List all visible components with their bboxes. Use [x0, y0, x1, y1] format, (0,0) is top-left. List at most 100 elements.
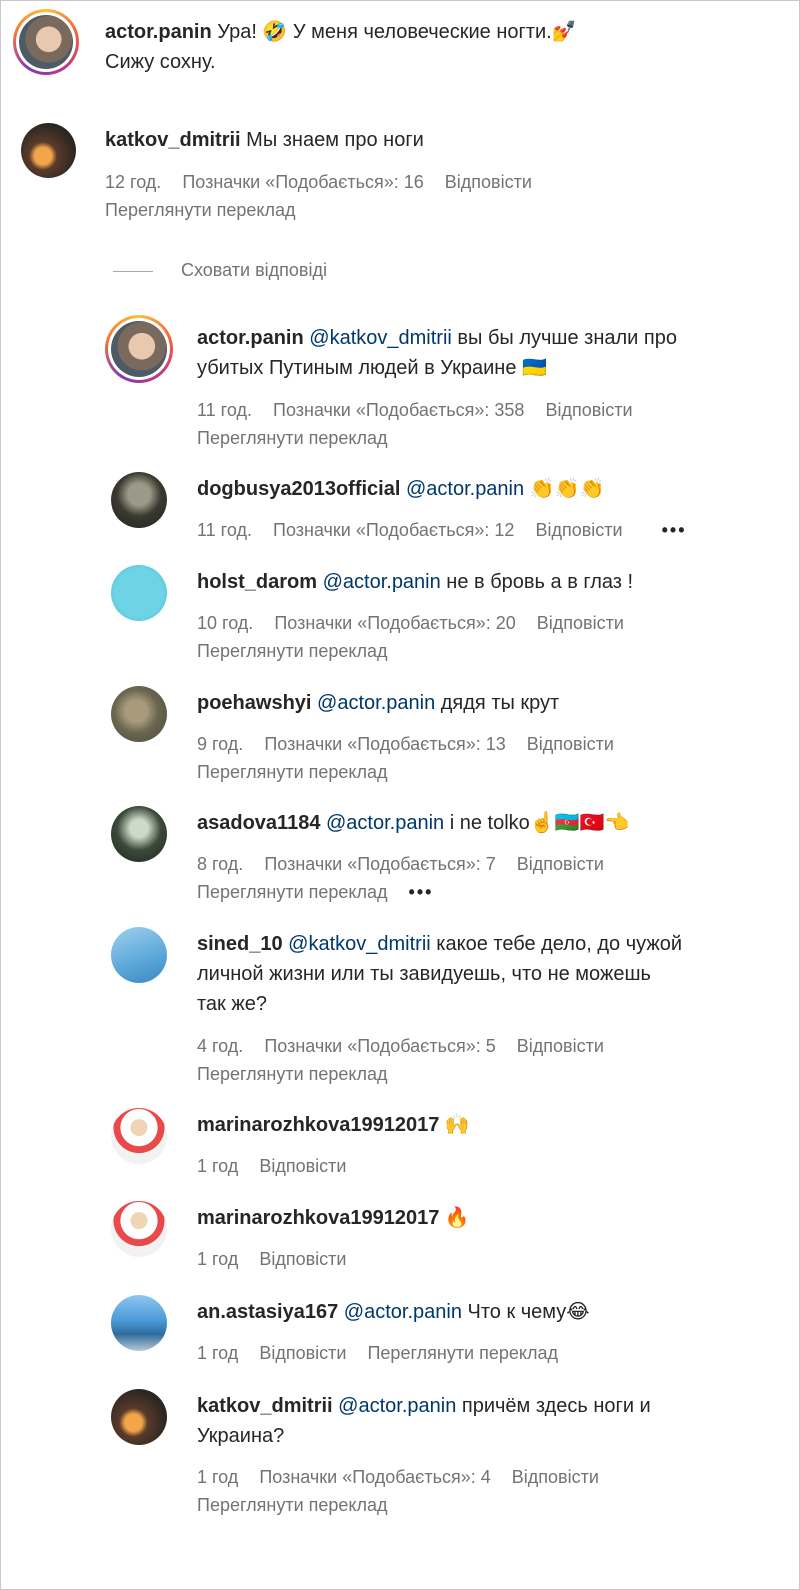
reply-body: 👏👏👏 — [524, 478, 605, 500]
hide-replies-line — [113, 271, 153, 272]
avatar[interactable] — [13, 9, 79, 75]
reply-username[interactable]: sined_10 — [197, 933, 283, 955]
avatar[interactable] — [111, 806, 167, 862]
translate-link[interactable]: Переглянути переклад — [197, 1491, 388, 1519]
comment-username[interactable]: katkov_dmitrii — [105, 129, 241, 151]
translate-link[interactable]: Переглянути переклад — [367, 1343, 558, 1363]
reply-time: 11 год. — [197, 400, 252, 420]
reply-time: 1 год — [197, 1343, 239, 1363]
reply-username[interactable]: katkov_dmitrii — [197, 1395, 333, 1417]
reply-username[interactable]: an.astasiya167 — [197, 1301, 338, 1323]
mention-link[interactable]: @actor.panin — [326, 812, 444, 834]
reply-username[interactable]: marinarozhkova19912017 — [197, 1207, 439, 1229]
reply-button[interactable]: Відповісти — [517, 854, 604, 874]
reply-meta: 8 год. Позначки «Подобається»: 7 Відпові… — [197, 850, 620, 878]
reply-text: actor.panin @katkov_dmitrii вы бы лучше … — [197, 323, 787, 383]
avatar[interactable] — [111, 1201, 167, 1257]
reply-text: an.astasiya167 @actor.panin Что к чему😂 — [197, 1297, 787, 1327]
reply-body: дядя ты крут — [435, 692, 560, 714]
reply-button[interactable]: Відповісти — [259, 1343, 346, 1363]
reply-button[interactable]: Відповісти — [259, 1156, 346, 1176]
comment-time: 12 год. — [105, 172, 162, 192]
comment-likes[interactable]: Позначки «Подобається»: 16 — [182, 172, 423, 192]
post-caption: actor.panin Ура! 🤣 У меня человеческие н… — [105, 17, 785, 77]
mention-link[interactable]: @actor.panin — [344, 1301, 462, 1323]
avatar[interactable] — [111, 472, 167, 528]
reply-body: Что к чему😂 — [461, 1301, 590, 1323]
reply-username[interactable]: holst_darom — [197, 571, 317, 593]
translate-link[interactable]: Переглянути переклад — [197, 758, 388, 786]
reply-meta: 1 год Відповісти Переглянути переклад — [197, 1339, 574, 1367]
reply-body: не в бровь а в глаз ! — [440, 571, 634, 593]
reply-likes[interactable]: Позначки «Подобається»: 7 — [264, 854, 495, 874]
reply-text: sined_10 @katkov_dmitrii какое тебе дело… — [197, 929, 787, 1019]
reply-text: holst_darom @actor.panin не в бровь а в … — [197, 567, 787, 597]
more-options-icon[interactable]: ••• — [662, 520, 687, 540]
mention-link[interactable]: @katkov_dmitrii — [309, 327, 452, 349]
hide-replies-button[interactable]: Сховати відповіді — [181, 256, 327, 284]
reply-button[interactable]: Відповісти — [545, 400, 632, 420]
mention-link[interactable]: @katkov_dmitrii — [288, 933, 431, 955]
reply-username[interactable]: marinarozhkova19912017 — [197, 1114, 439, 1136]
reply-body: 🔥 — [439, 1207, 470, 1229]
mention-link[interactable]: @actor.panin — [406, 478, 524, 500]
more-options-icon[interactable]: ••• — [409, 882, 434, 902]
reply-meta: 11 год. Позначки «Подобається»: 12 Відпо… — [197, 516, 703, 544]
avatar[interactable] — [111, 927, 167, 983]
reply-text: asadova1184 @actor.panin i ne tolko☝️🇦🇿🇹… — [197, 808, 787, 838]
translate-link[interactable]: Переглянути переклад — [197, 637, 388, 665]
reply-meta: 1 год Відповісти — [197, 1152, 362, 1180]
reply-body: i ne tolko☝️🇦🇿🇹🇷👈 — [444, 812, 630, 834]
reply-button[interactable]: Відповісти — [259, 1249, 346, 1269]
mention-link[interactable]: @actor.panin — [317, 692, 435, 714]
reply-username[interactable]: actor.panin — [197, 327, 304, 349]
reply-username[interactable]: dogbusya2013official — [197, 478, 400, 500]
avatar[interactable] — [111, 1389, 167, 1445]
reply-meta: 11 год. Позначки «Подобається»: 358 Відп… — [197, 396, 649, 424]
reply-likes[interactable]: Позначки «Подобається»: 358 — [273, 400, 524, 420]
reply-time: 1 год — [197, 1467, 239, 1487]
post-username[interactable]: actor.panin — [105, 21, 212, 43]
reply-button[interactable]: Відповісти — [535, 520, 622, 540]
reply-time: 8 год. — [197, 854, 244, 874]
reply-likes[interactable]: Позначки «Подобається»: 4 — [259, 1467, 490, 1487]
reply-username[interactable]: asadova1184 — [197, 812, 320, 834]
reply-button[interactable]: Відповісти — [445, 172, 532, 192]
reply-likes[interactable]: Позначки «Подобається»: 20 — [274, 613, 515, 633]
reply-meta: 10 год. Позначки «Подобається»: 20 Відпо… — [197, 609, 640, 637]
post-text-line1: Ура! 🤣 У меня человеческие ногти.💅 — [217, 21, 577, 43]
avatar[interactable] — [21, 123, 76, 178]
comment-text: katkov_dmitrii Мы знаем про ноги — [105, 125, 785, 155]
comment-body: Мы знаем про ноги — [246, 129, 424, 151]
avatar[interactable] — [111, 1108, 167, 1164]
translate-link[interactable]: Переглянути переклад — [197, 882, 388, 902]
reply-button[interactable]: Відповісти — [512, 1467, 599, 1487]
reply-button[interactable]: Відповісти — [537, 613, 624, 633]
reply-meta: 1 год Відповісти — [197, 1245, 362, 1273]
translate-link[interactable]: Переглянути переклад — [197, 1060, 388, 1088]
reply-time: 10 год. — [197, 613, 254, 633]
avatar[interactable] — [105, 315, 173, 383]
reply-body-line2: личной жизни или ты завидуешь, что не мо… — [197, 963, 651, 985]
avatar[interactable] — [111, 1295, 167, 1351]
translate-link[interactable]: Переглянути переклад — [105, 196, 296, 224]
mention-link[interactable]: @actor.panin — [338, 1395, 456, 1417]
reply-body: причём здесь ноги и — [456, 1395, 651, 1417]
reply-likes[interactable]: Позначки «Подобається»: 13 — [264, 734, 505, 754]
reply-time: 4 год. — [197, 1036, 244, 1056]
post-text-line2: Сижу сохну. — [105, 51, 216, 73]
mention-link[interactable]: @actor.panin — [323, 571, 441, 593]
reply-text: dogbusya2013official @actor.panin 👏👏👏 — [197, 474, 787, 504]
reply-button[interactable]: Відповісти — [527, 734, 614, 754]
avatar[interactable] — [111, 686, 167, 742]
reply-button[interactable]: Відповісти — [517, 1036, 604, 1056]
reply-text: marinarozhkova19912017 🔥 — [197, 1203, 787, 1233]
avatar[interactable] — [111, 565, 167, 621]
reply-meta: 1 год Позначки «Подобається»: 4 Відповіс… — [197, 1463, 615, 1491]
reply-time: 9 год. — [197, 734, 244, 754]
reply-likes[interactable]: Позначки «Подобається»: 5 — [264, 1036, 495, 1056]
reply-body: какое тебе дело, до чужой — [430, 933, 683, 955]
reply-likes[interactable]: Позначки «Подобається»: 12 — [273, 520, 514, 540]
reply-username[interactable]: poehawshyi — [197, 692, 311, 714]
translate-link[interactable]: Переглянути переклад — [197, 424, 388, 452]
